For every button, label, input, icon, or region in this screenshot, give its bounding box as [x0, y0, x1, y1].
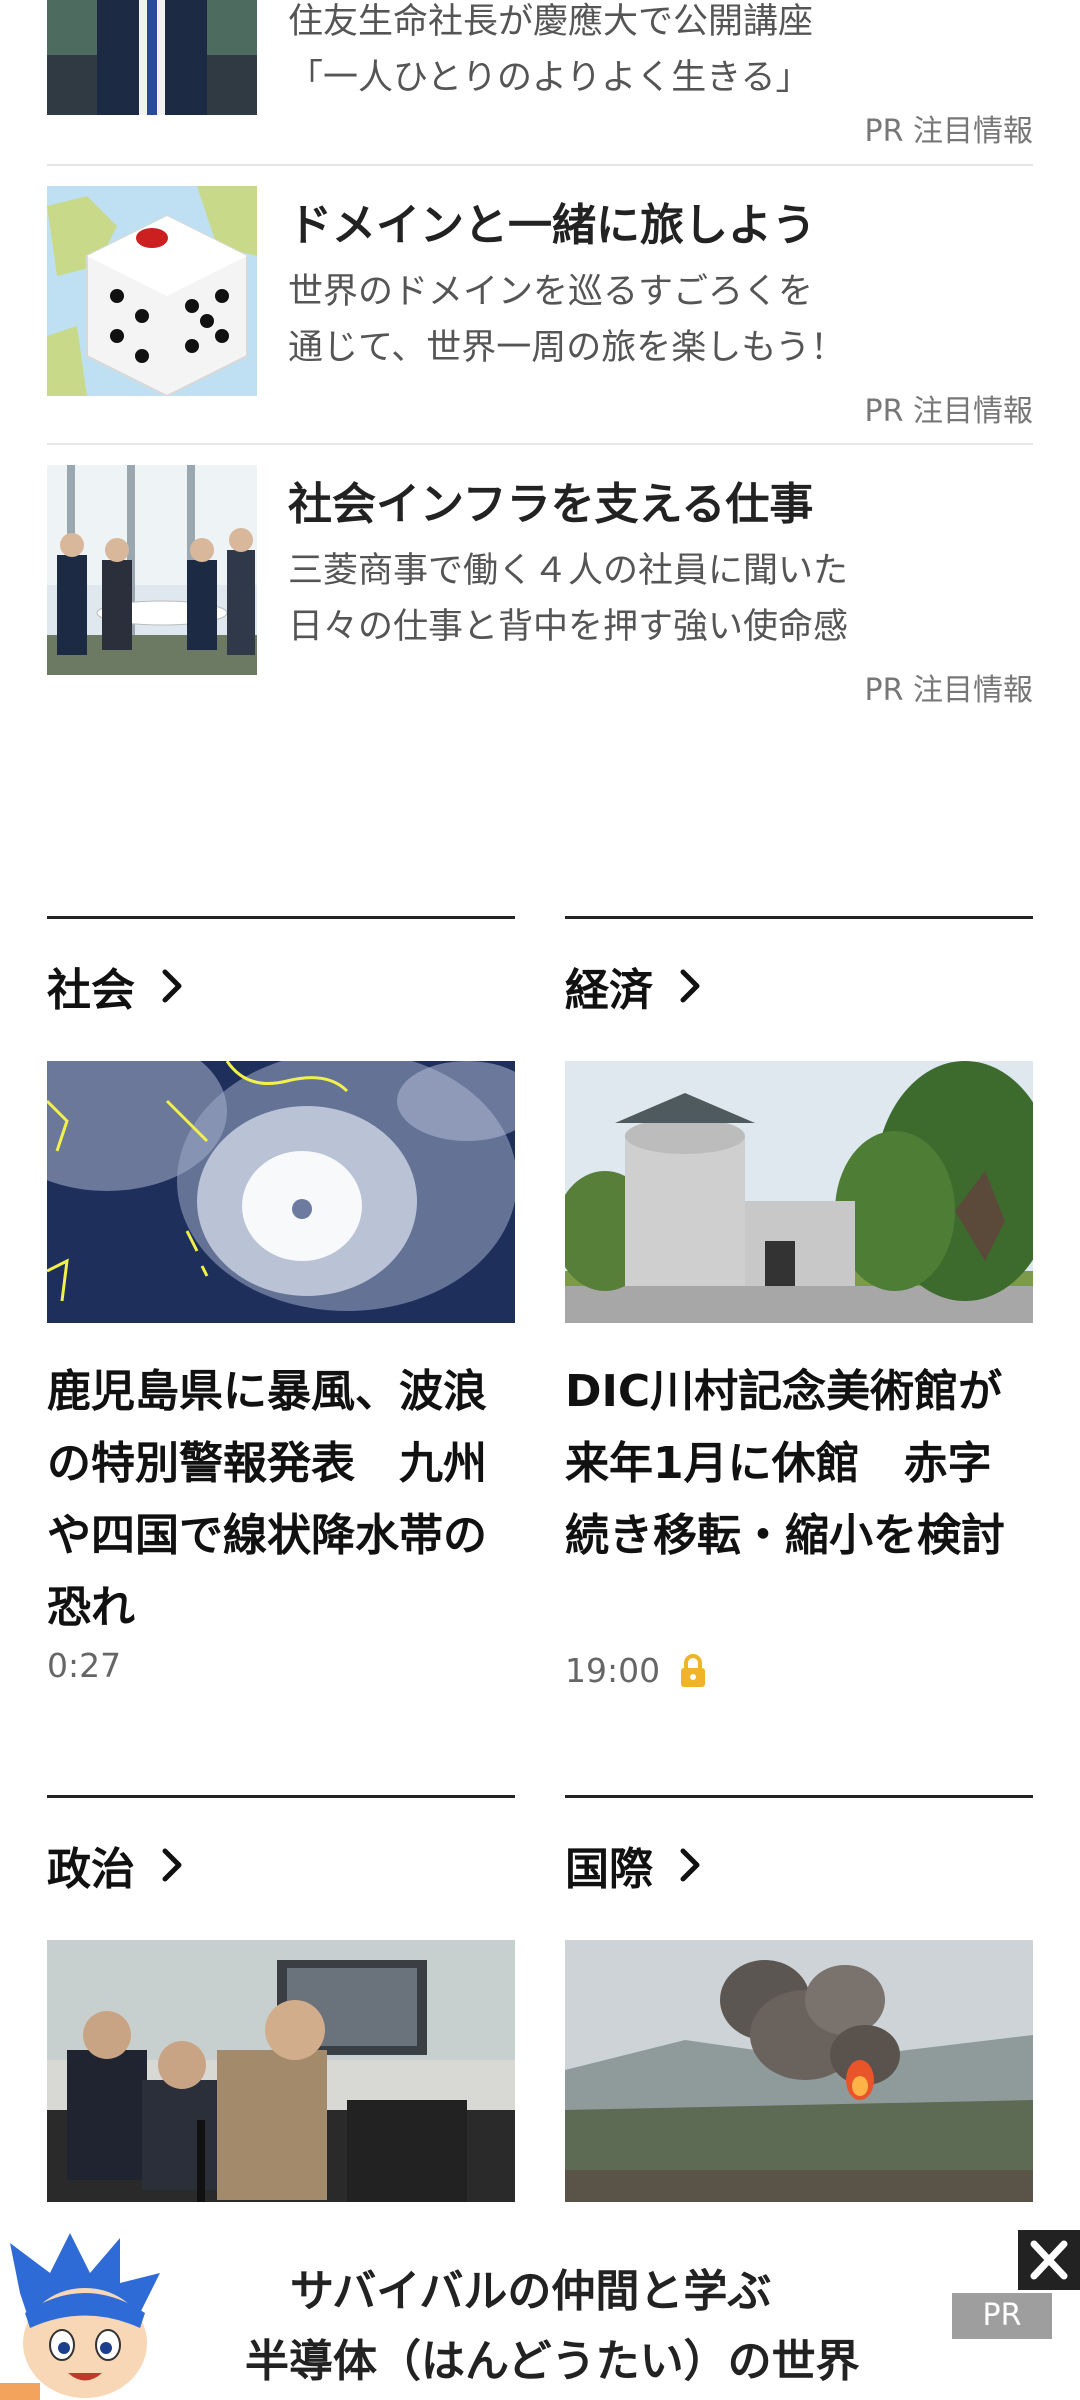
ad-headline-line2: 半導体（はんどうたい）の世界 [245, 2336, 860, 2387]
pr-thumb-2 [47, 186, 257, 396]
pr-desc-line2: 日々の仕事と背中を押す強い使命感 [288, 607, 849, 647]
chevron-right-icon [162, 969, 182, 1003]
pr-desc-line1: 三菱商事で働く４人の社員に聞いた [288, 551, 849, 591]
pr-tag: PR 注目情報 [864, 114, 1033, 149]
pr-desc-line2: 通じて、世界一周の旅を楽しもう！ [288, 328, 846, 368]
section-title: 政治 [47, 1844, 135, 1895]
divider [47, 164, 1033, 166]
article-image-politics[interactable] [47, 1940, 515, 2202]
section-kokusai: 国際 [565, 1795, 1033, 2215]
chevron-right-icon [680, 969, 700, 1003]
pr-item-1[interactable]: 住友生命社長が慶應大で公開講座 「一人ひとりのよりよく生きる」 PR 注目情報 [47, 0, 1033, 160]
section-header-shakai[interactable]: 社会 [47, 954, 187, 1018]
pr-tag: PR 注目情報 [864, 673, 1033, 708]
bottom-ad-banner[interactable]: サバイバルの仲間と学ぶ 半導体（はんどうたい）の世界 PR [0, 2233, 1080, 2400]
ad-pr-badge: PR [952, 2293, 1052, 2339]
article-image-museum[interactable] [565, 1061, 1033, 1323]
pr-title: 社会インフラを支える仕事 [288, 479, 814, 530]
article-time: 19:00 [565, 1651, 708, 1690]
divider [47, 443, 1033, 445]
article-image-typhoon[interactable] [47, 1061, 515, 1323]
pr-thumb-1 [47, 0, 257, 115]
section-header-seiji[interactable]: 政治 [47, 1833, 187, 1897]
ad-headline-line1: サバイバルの仲間と学ぶ [290, 2266, 772, 2317]
pr-text-3: 社会インフラを支える仕事 三菱商事で働く４人の社員に聞いた 日々の仕事と背中を押… [288, 477, 1033, 655]
pr-title: ドメインと一緒に旅しよう [288, 200, 816, 251]
section-rule [565, 916, 1033, 919]
ad-close-button[interactable] [1018, 2230, 1080, 2290]
chevron-right-icon [680, 1848, 700, 1882]
section-seiji: 政治 [47, 1795, 515, 2215]
section-title: 社会 [47, 965, 135, 1016]
article-image-smoke[interactable] [565, 1940, 1033, 2202]
section-rule [47, 916, 515, 919]
article-time: 0:27 [47, 1646, 121, 1685]
time-text: 19:00 [565, 1651, 661, 1690]
article-headline[interactable]: 鹿児島県に暴風、波浪の特別警報発表 九州や四国で線状降水帯の恐れ [47, 1356, 515, 1644]
pr-desc: 「一人ひとりのよりよく生きる」 [288, 58, 811, 98]
section-rule [47, 1795, 515, 1798]
ad-character-illustration [0, 2233, 170, 2400]
close-icon [1030, 2240, 1068, 2280]
pr-tag: PR 注目情報 [864, 394, 1033, 429]
pr-text-2: ドメインと一緒に旅しよう 世界のドメインを巡るすごろくを 通じて、世界一周の旅を… [288, 198, 1033, 376]
section-title: 経済 [565, 965, 653, 1016]
pr-desc-line1: 世界のドメインを巡るすごろくを [288, 272, 814, 312]
pr-item-2[interactable]: ドメインと一緒に旅しよう 世界のドメインを巡るすごろくを 通じて、世界一周の旅を… [47, 186, 1033, 429]
pr-title: 住友生命社長が慶應大で公開講座 [288, 2, 814, 42]
chevron-right-icon [162, 1848, 182, 1882]
article-headline[interactable]: DIC川村記念美術館が来年1月に休館 赤字続き移転・縮小を検討 [565, 1356, 1033, 1572]
time-text: 0:27 [47, 1646, 122, 1685]
pr-item-3[interactable]: 社会インフラを支える仕事 三菱商事で働く４人の社員に聞いた 日々の仕事と背中を押… [47, 465, 1033, 708]
section-keizai: 経済 DIC川村記念美術館が来年1月に休館 赤字続き移転・縮小を検討 19:00 [565, 916, 1033, 1716]
section-rule [565, 1795, 1033, 1798]
section-title: 国際 [565, 1844, 653, 1895]
section-shakai: 社会 鹿児島県に暴風、波浪の特別警報発表 九州や四国で線状降水帯の恐れ 0:27 [47, 916, 515, 1716]
pr-thumb-3 [47, 465, 257, 675]
lock-icon [681, 1653, 706, 1687]
section-header-keizai[interactable]: 経済 [565, 954, 705, 1018]
pr-text-1: 住友生命社長が慶應大で公開講座 「一人ひとりのよりよく生きる」 [288, 0, 1033, 106]
section-header-kokusai[interactable]: 国際 [565, 1833, 705, 1897]
